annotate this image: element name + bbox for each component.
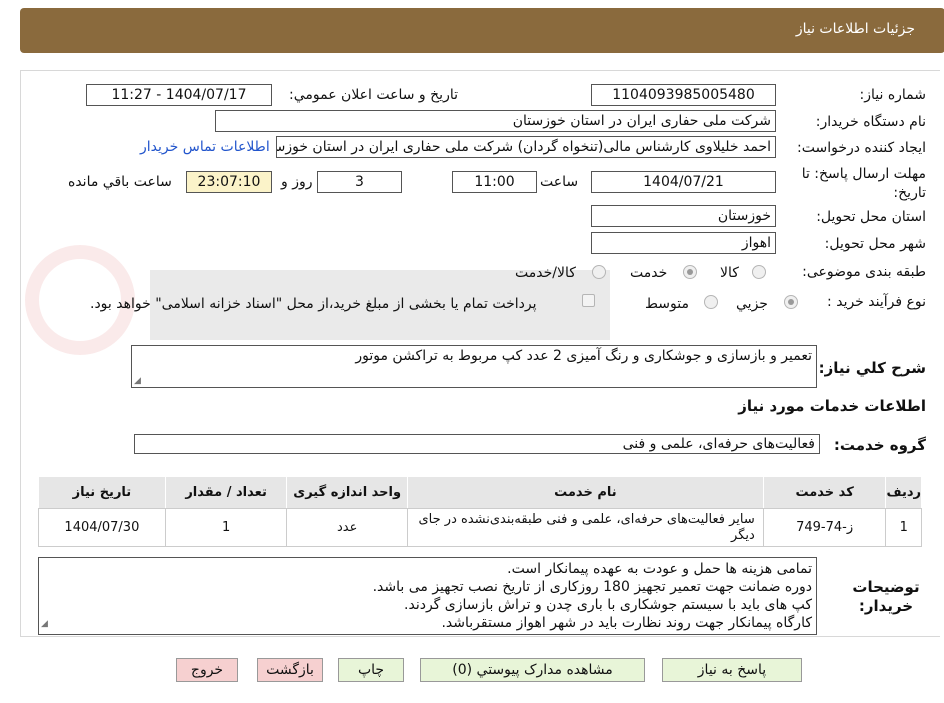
creator-label: ايجاد کننده درخواست: — [797, 140, 926, 156]
city-field: اهواز — [591, 232, 776, 254]
services-table: رديف کد خدمت نام خدمت واحد اندازه گيری ت… — [38, 476, 922, 547]
category-radio-service[interactable] — [683, 265, 697, 279]
creator-field: احمد خلیلاوی کارشناس مالی(تنخواه گردان) … — [276, 136, 776, 158]
title-bar: جزئيات اطلاعات نياز — [20, 8, 944, 53]
category-radio-goods[interactable] — [752, 265, 766, 279]
category-option-goods-service: کالا/خدمت — [515, 265, 576, 281]
treasury-checkbox[interactable] — [582, 294, 595, 307]
process-label: نوع فرآيند خريد : — [827, 294, 926, 310]
city-label: شهر محل تحويل: — [824, 236, 926, 252]
process-radio-medium[interactable] — [704, 295, 718, 309]
cell-need-date: 1404/07/30 — [38, 508, 166, 547]
buyer-notes-label: توضيحات خريدار: — [852, 578, 920, 615]
buyer-field: شرکت ملی حفاری ایران در استان خوزستان — [215, 110, 776, 132]
description-text: تعمیر و بازسازی و جوشکاری و رنگ آمیزی 2 … — [355, 348, 812, 364]
category-label: طبقه بندی موضوعی: — [802, 264, 926, 280]
buyer-label: نام دستگاه خريدار: — [815, 114, 926, 130]
exit-button[interactable]: خروج — [176, 658, 238, 682]
buyer-note-line: دوره ضمانت جهت تعمیر تجهیز 180 روزکاری ا… — [372, 579, 812, 595]
buyer-note-line: تمامی هزینه ها حمل و عودت به عهده پیمانک… — [507, 561, 812, 577]
buyer-contact-link[interactable]: اطلاعات تماس خريدار — [140, 139, 270, 155]
category-option-goods: کالا — [720, 265, 739, 281]
process-radio-minor[interactable] — [784, 295, 798, 309]
deadline-time-field: 11:00 — [452, 171, 537, 193]
back-button[interactable]: بازگشت — [257, 658, 323, 682]
need-number-field: 1104093985005480 — [591, 84, 776, 106]
deadline-date-field: 1404/07/21 — [591, 171, 776, 193]
need-number-label: شماره نياز: — [859, 87, 927, 103]
buyer-note-line: کارگاه پیمانکار جهت روند نظارت باید در ش… — [441, 615, 812, 631]
time-label: ساعت — [540, 174, 579, 190]
buyer-notes-textarea: تمامی هزینه ها حمل و عودت به عهده پیمانک… — [38, 557, 817, 635]
cell-service-name: ساير فعاليت‌های حرفه‌ای، علمی و فنی طبقه… — [407, 508, 764, 547]
col-service-name: نام خدمت — [407, 476, 764, 509]
description-textarea: تعمیر و بازسازی و جوشکاری و رنگ آمیزی 2 … — [131, 345, 817, 388]
province-label: استان محل تحويل: — [816, 209, 926, 225]
category-radio-goods-service[interactable] — [592, 265, 606, 279]
cell-quantity: 1 — [164, 508, 288, 547]
col-service-code: کد خدمت — [762, 476, 887, 509]
col-unit: واحد اندازه گيری — [286, 476, 408, 509]
services-section-title: اطلاعات خدمات مورد نياز — [738, 397, 926, 415]
remaining-time-field: 23:07:10 — [186, 171, 272, 193]
service-group-label: گروه خدمت: — [833, 436, 926, 454]
col-quantity: تعداد / مقدار — [164, 476, 288, 509]
col-row: رديف — [885, 476, 922, 509]
table-row: 1 ز-74-749 ساير فعاليت‌های حرفه‌ای، علمی… — [38, 508, 922, 547]
view-attachments-button[interactable]: مشاهده مدارک پيوستي (0) — [420, 658, 645, 682]
cell-service-code: ز-74-749 — [762, 508, 887, 547]
province-field: خوزستان — [591, 205, 776, 227]
days-field: 3 — [317, 171, 402, 193]
reply-button[interactable]: پاسخ به نياز — [662, 658, 802, 682]
resize-grip-icon[interactable]: ◢ — [41, 615, 48, 633]
cell-row: 1 — [885, 508, 922, 547]
resize-grip-icon[interactable]: ◢ — [134, 376, 141, 386]
remaining-label: ساعت باقي مانده — [68, 174, 172, 190]
process-option-minor: جزيي — [736, 296, 768, 312]
category-option-service: خدمت — [630, 265, 668, 281]
cell-unit: عدد — [286, 508, 408, 547]
service-group-field: فعاليت‌های حرفه‌ای، علمی و فنی — [134, 434, 820, 454]
deadline-label: مهلت ارسال پاسخ: تا تاريخ: — [801, 166, 926, 201]
days-label: روز و — [281, 174, 313, 190]
buyer-note-line: کپ های باید با سیستم جوشکاری با باری چدن… — [404, 597, 812, 613]
payment-note: پرداخت تمام يا بخشی از مبلغ خريد،از محل … — [90, 296, 537, 312]
print-button[interactable]: چاپ — [338, 658, 404, 682]
page-title: جزئيات اطلاعات نياز — [795, 21, 915, 37]
announce-label: تاريخ و ساعت اعلان عمومي: — [289, 87, 458, 103]
announce-field: 1404/07/17 - 11:27 — [86, 84, 272, 106]
description-label: شرح کلي نياز: — [818, 359, 926, 377]
process-option-medium: متوسط — [645, 296, 689, 312]
col-need-date: تاريخ نياز — [38, 476, 166, 509]
table-header-row: رديف کد خدمت نام خدمت واحد اندازه گيری ت… — [38, 476, 922, 509]
